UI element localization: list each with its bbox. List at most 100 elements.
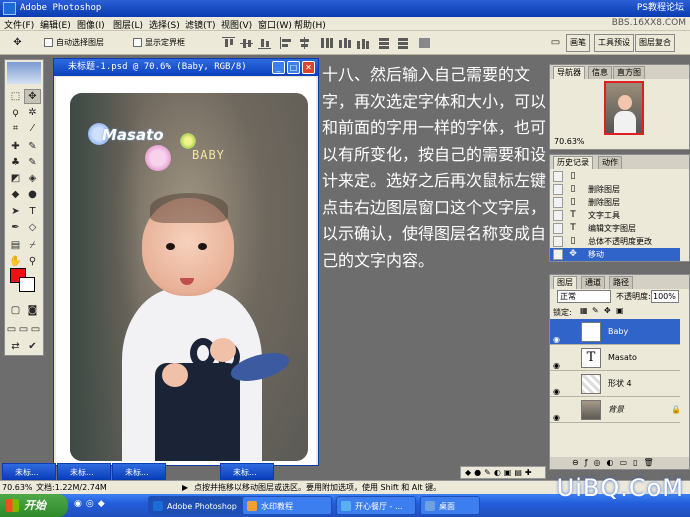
crop-tool-icon[interactable]: ⌗ bbox=[8, 122, 23, 135]
clone-stamp-icon[interactable]: ♣ bbox=[8, 156, 23, 169]
eraser-tool-icon[interactable]: ◩ bbox=[8, 172, 23, 185]
zoom-tool-icon[interactable]: ⚲ bbox=[25, 255, 40, 268]
minimized-doc[interactable]: 未标... bbox=[57, 463, 111, 480]
menu-select[interactable]: 选择(S) bbox=[149, 18, 180, 31]
history-item[interactable]: ▯ 删除图层 bbox=[550, 183, 680, 196]
screen-mode-standard-icon[interactable]: ▭ bbox=[6, 323, 17, 336]
menu-edit[interactable]: 编辑(E) bbox=[40, 18, 71, 31]
lock-image-icon[interactable]: ✎ bbox=[592, 306, 599, 315]
tab-paths[interactable]: 路径 bbox=[609, 276, 633, 289]
layer-row[interactable]: ◉ T Masato bbox=[550, 345, 680, 371]
palette-mini-toolbar[interactable]: ◆●✎◐▣▤✚ bbox=[460, 466, 546, 479]
menu-help[interactable]: 帮助(H) bbox=[294, 18, 326, 31]
paint-bucket-icon[interactable]: ◈ bbox=[25, 172, 40, 185]
history-item[interactable]: ▯ 删除图层 bbox=[550, 196, 680, 209]
menu-view[interactable]: 视图(V) bbox=[221, 18, 252, 31]
distribute-bottom-icon[interactable] bbox=[356, 37, 369, 49]
jump-to-imageready-icon[interactable]: ⇄ bbox=[8, 340, 23, 353]
minimized-doc[interactable]: 未标... bbox=[112, 463, 166, 480]
auto-align-icon[interactable] bbox=[418, 37, 431, 49]
minimized-doc[interactable]: 未标... bbox=[2, 463, 56, 480]
layer-row[interactable]: ◉ 形状 4 bbox=[550, 371, 680, 397]
slice-tool-icon[interactable]: ⁄ bbox=[25, 122, 40, 135]
tab-histogram[interactable]: 直方图 bbox=[613, 66, 645, 79]
toolbox-feather-icon[interactable] bbox=[7, 62, 41, 84]
lock-all-icon[interactable]: ▣ bbox=[616, 306, 624, 315]
lock-transparency-icon[interactable]: ▦ bbox=[580, 306, 588, 315]
tab-channels[interactable]: 通道 bbox=[581, 276, 605, 289]
show-bounds-checkbox[interactable] bbox=[133, 38, 142, 47]
screen-mode-full-icon[interactable]: ▭ bbox=[30, 323, 41, 336]
move-tool-icon[interactable]: ✥ bbox=[10, 36, 25, 49]
standard-mode-icon[interactable]: ▢ bbox=[8, 304, 23, 317]
type-tool-icon[interactable]: T bbox=[25, 205, 40, 218]
distribute-right-icon[interactable] bbox=[396, 37, 409, 49]
align-left-icon[interactable] bbox=[280, 37, 293, 49]
menu-file[interactable]: 文件(F) bbox=[4, 18, 34, 31]
minimize-button[interactable]: _ bbox=[272, 61, 285, 74]
lock-position-icon[interactable]: ✥ bbox=[604, 306, 611, 315]
tab-layers[interactable]: 图层 bbox=[553, 276, 577, 289]
quick-launch[interactable]: ◉◎◆ bbox=[74, 499, 109, 509]
minimized-doc[interactable]: 未标... bbox=[220, 463, 274, 480]
pen-tool-icon[interactable]: ✒ bbox=[8, 221, 23, 234]
palette-well-icon[interactable]: ▭ bbox=[548, 36, 563, 49]
distribute-top-icon[interactable] bbox=[320, 37, 333, 49]
layer-row[interactable]: ◉ T Baby bbox=[550, 319, 680, 345]
path-select-icon[interactable]: ➤ bbox=[8, 205, 23, 218]
history-item[interactable]: ▯ 总体不透明度更改 bbox=[550, 235, 680, 248]
eyedropper-icon[interactable]: ⌿ bbox=[25, 239, 40, 252]
blur-tool-icon[interactable]: ◆ bbox=[8, 188, 23, 201]
imageready-icon[interactable]: ✔ bbox=[25, 340, 40, 353]
lasso-tool-icon[interactable]: ϙ bbox=[8, 106, 23, 119]
align-top-icon[interactable] bbox=[222, 37, 235, 49]
navigator-zoom-value[interactable]: 70.63% bbox=[554, 137, 585, 146]
distribute-left-icon[interactable] bbox=[378, 37, 391, 49]
well-tool-presets[interactable]: 工具预设 bbox=[594, 34, 634, 52]
delete-layer-icon[interactable]: 🗑 bbox=[643, 458, 659, 467]
align-bottom-icon[interactable] bbox=[258, 37, 271, 49]
tab-history[interactable]: 历史记录 bbox=[553, 156, 593, 169]
layer-row[interactable]: ◉ 背景 🔒 bbox=[550, 397, 681, 423]
align-vcenter-icon[interactable] bbox=[240, 37, 253, 49]
link-layers-icon[interactable]: ⊖ bbox=[572, 458, 585, 467]
dodge-tool-icon[interactable]: ● bbox=[25, 188, 40, 201]
opacity-input[interactable]: 100% bbox=[651, 290, 679, 303]
auto-select-checkbox[interactable] bbox=[44, 38, 53, 47]
navigator-thumbnail[interactable] bbox=[604, 81, 644, 135]
magic-wand-icon[interactable]: ✲ bbox=[25, 106, 40, 119]
well-brushes[interactable]: 画笔 bbox=[566, 34, 590, 52]
start-button[interactable]: 开始 bbox=[0, 494, 68, 517]
quickmask-mode-icon[interactable]: ◙ bbox=[25, 304, 40, 317]
healing-brush-icon[interactable]: ✚ bbox=[8, 140, 23, 153]
baby-text-layer[interactable]: BABY bbox=[192, 148, 225, 162]
tab-info[interactable]: 信息 bbox=[588, 66, 612, 79]
well-layer-comps[interactable]: 图层复合 bbox=[635, 34, 675, 52]
hand-tool-icon[interactable]: ✋ bbox=[8, 255, 23, 268]
history-item[interactable]: ▯ bbox=[550, 170, 680, 183]
adjustment-layer-icon[interactable]: ◐ bbox=[607, 458, 620, 467]
new-group-icon[interactable]: ▭ bbox=[620, 458, 634, 467]
history-item[interactable]: T 文字工具 bbox=[550, 209, 680, 222]
taskbar-desktop[interactable]: 桌面 bbox=[420, 496, 480, 515]
taskbar-watermark-tutorial[interactable]: 水印教程 bbox=[242, 496, 332, 515]
notes-tool-icon[interactable]: ▤ bbox=[8, 239, 23, 252]
layer-mask-icon[interactable]: ◎ bbox=[594, 458, 607, 467]
align-hcenter-icon[interactable] bbox=[298, 37, 311, 49]
layer-style-icon[interactable]: ƒ bbox=[585, 458, 594, 467]
close-button[interactable]: ✕ bbox=[302, 61, 315, 74]
blend-mode-select[interactable]: 正常 bbox=[557, 290, 611, 303]
menu-image[interactable]: 图像(I) bbox=[77, 18, 105, 31]
shape-tool-icon[interactable]: ◇ bbox=[25, 221, 40, 234]
history-brush-icon[interactable]: ✎ bbox=[25, 156, 40, 169]
marquee-tool-icon[interactable]: ⬚ bbox=[8, 90, 23, 103]
menu-window[interactable]: 窗口(W) bbox=[258, 18, 292, 31]
taskbar-happy-restaurant[interactable]: 开心餐厅 - ... bbox=[336, 496, 416, 515]
screen-mode-full-menu-icon[interactable]: ▭ bbox=[18, 323, 29, 336]
tab-navigator[interactable]: 导航器 bbox=[553, 66, 585, 79]
masato-text-layer[interactable]: Masato bbox=[102, 126, 164, 144]
new-layer-icon[interactable]: ▯ bbox=[633, 458, 643, 467]
menu-filter[interactable]: 滤镜(T) bbox=[185, 18, 216, 31]
distribute-center-icon[interactable] bbox=[338, 37, 351, 49]
background-color-swatch[interactable] bbox=[19, 277, 35, 292]
